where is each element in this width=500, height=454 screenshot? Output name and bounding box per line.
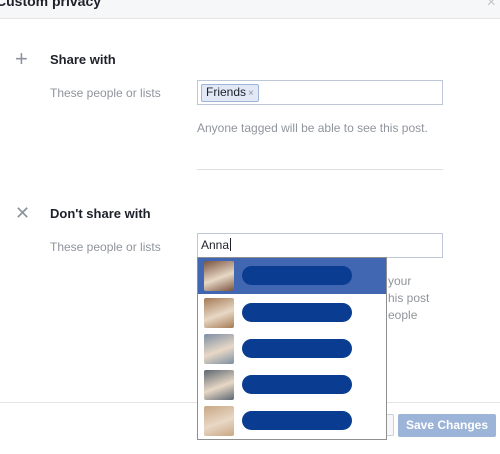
close-icon[interactable]: × [487, 0, 496, 12]
redacted-name [242, 266, 352, 285]
token-remove-icon[interactable]: × [248, 88, 254, 99]
redacted-name [242, 375, 352, 394]
x-icon: ✕ [15, 203, 31, 223]
suggestion-item[interactable] [198, 295, 386, 331]
token-label: Friends [206, 85, 247, 99]
suggestion-item[interactable] [198, 331, 386, 367]
avatar [204, 370, 234, 400]
avatar [204, 334, 234, 364]
redacted-name [242, 303, 352, 322]
redacted-name [242, 339, 352, 358]
suggestions-dropdown [197, 257, 387, 440]
section-divider [197, 169, 443, 170]
dont-share-with-input[interactable]: Anna [197, 233, 443, 258]
friends-token[interactable]: Friends × [201, 84, 259, 102]
tagged-note: Anyone tagged will be able to see this p… [197, 121, 428, 135]
share-with-title: Share with [50, 52, 116, 67]
share-with-input[interactable]: Friends × [197, 80, 443, 105]
suggestion-item[interactable] [198, 258, 386, 294]
avatar [204, 261, 234, 291]
dialog-header: Custom privacy × [0, 0, 500, 19]
share-with-field-label: These people or lists [50, 86, 161, 100]
suggestion-item[interactable] [198, 403, 386, 439]
suggestion-item[interactable] [198, 367, 386, 403]
hidden-note-line-3: eople [388, 308, 418, 322]
dont-share-with-field-label: These people or lists [50, 240, 161, 254]
avatar [204, 406, 234, 436]
dont-share-with-title: Don't share with [50, 206, 151, 221]
typed-query: Anna [201, 238, 232, 252]
hidden-note-line-1: your [388, 274, 412, 288]
save-changes-button[interactable]: Save Changes [398, 414, 496, 437]
hidden-note-line-2: his post [388, 291, 430, 305]
redacted-name [242, 411, 352, 430]
dialog-title: Custom privacy [0, 0, 102, 9]
avatar [204, 298, 234, 328]
plus-icon: + [15, 46, 28, 71]
